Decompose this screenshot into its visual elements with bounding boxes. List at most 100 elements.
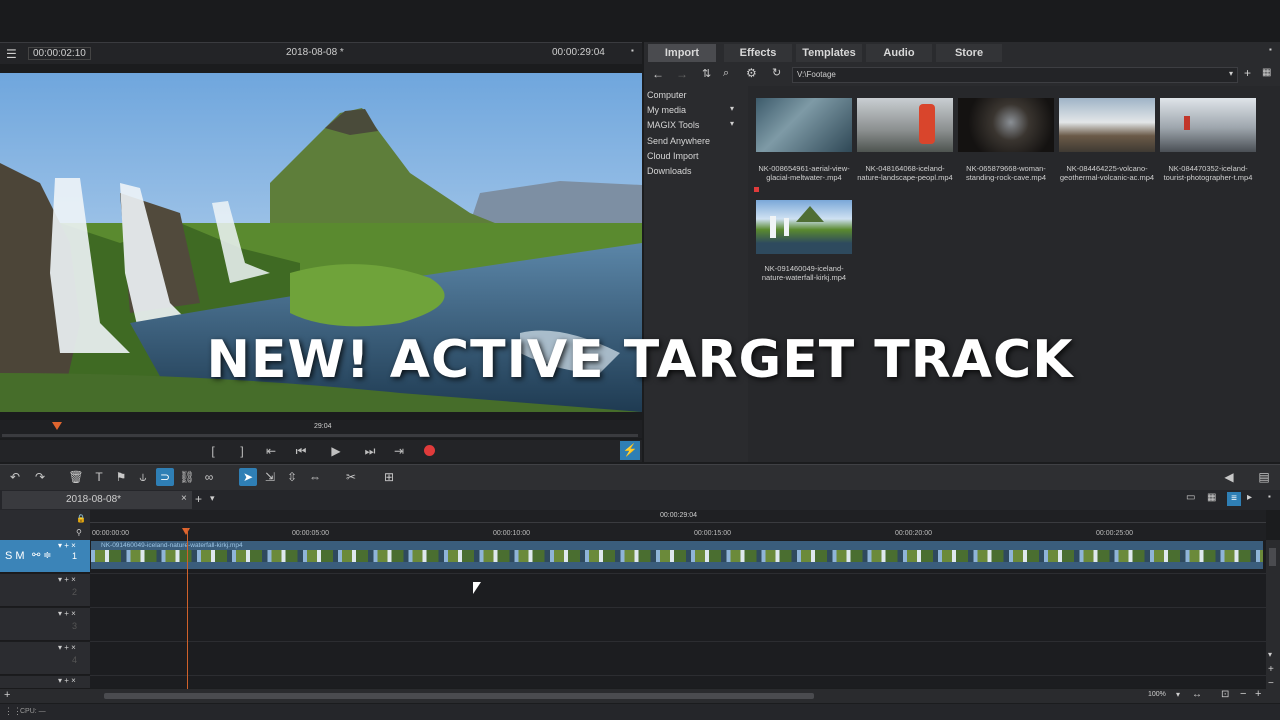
track-head-2[interactable]: ▾ + × 2: [0, 574, 90, 607]
mixer-icon[interactable]: ▤: [1255, 468, 1273, 486]
media-thumbnail[interactable]: [1059, 98, 1155, 152]
add-track-icon[interactable]: +: [1268, 664, 1274, 675]
tab-effects[interactable]: Effects: [724, 44, 792, 62]
scissors-icon[interactable]: ✂: [342, 468, 360, 486]
unlink-icon[interactable]: ∞: [200, 468, 218, 486]
track-controls-icon[interactable]: ▾ + ×: [58, 609, 76, 618]
media-thumbnail[interactable]: [756, 98, 852, 152]
current-timecode[interactable]: 00:00:02:10: [28, 47, 91, 60]
marker-pin-icon[interactable]: ⚲: [76, 528, 82, 537]
stretch-icon[interactable]: ⇔: [306, 468, 324, 486]
record-icon[interactable]: [424, 445, 435, 456]
refresh-icon[interactable]: ↻: [772, 66, 781, 79]
playhead-marker-icon[interactable]: [182, 528, 190, 535]
my-media-expand-icon[interactable]: ▾: [730, 104, 734, 113]
grid-view-icon[interactable]: ▦: [1262, 67, 1271, 78]
scrub-marker-icon[interactable]: [52, 422, 62, 430]
playhead[interactable]: [187, 528, 188, 690]
zoom-fit-icon[interactable]: ⊡: [1221, 689, 1229, 700]
media-undock-icon[interactable]: ▪: [1269, 45, 1272, 54]
nav-my-media[interactable]: My media: [647, 105, 686, 115]
gear-icon[interactable]: ⚙: [746, 66, 757, 80]
next-marker-icon[interactable]: ⏭: [361, 443, 379, 459]
nav-magix-tools[interactable]: MAGIX Tools: [647, 120, 699, 130]
scene-view-icon[interactable]: ▦: [1207, 492, 1216, 503]
project-tab[interactable]: 2018-08-08* ×: [2, 491, 192, 509]
zoom-level[interactable]: 100%: [1148, 691, 1166, 698]
track-controls-icon[interactable]: ▾ + ×: [58, 575, 76, 584]
undo-icon[interactable]: ↶: [6, 468, 24, 486]
previous-marker-icon[interactable]: ⏮: [292, 443, 310, 459]
redo-icon[interactable]: ↷: [31, 468, 49, 486]
track-options-icon[interactable]: ⚯ ≑: [32, 550, 52, 561]
timeline-undock-icon[interactable]: ▪: [1268, 492, 1271, 501]
preview-scrub-bar[interactable]: 29:04: [0, 420, 642, 438]
nav-computer[interactable]: Computer: [647, 90, 687, 100]
split-icon[interactable]: ⫝: [134, 468, 152, 486]
insert-icon[interactable]: ⊞: [380, 468, 398, 486]
nav-cloud-import[interactable]: Cloud Import: [647, 151, 699, 161]
tab-import[interactable]: Import: [648, 44, 716, 62]
select-track-icon[interactable]: ⇳: [283, 468, 301, 486]
ripple-icon[interactable]: ⊃: [156, 468, 174, 486]
media-thumbnail[interactable]: [857, 98, 953, 152]
path-dropdown[interactable]: V:\Footage ▾: [792, 67, 1238, 83]
media-thumbnail[interactable]: [756, 200, 852, 254]
go-to-end-icon[interactable]: ⇥: [390, 443, 408, 459]
video-clip[interactable]: NK-091460049-iceland-nature-waterfall-ki…: [91, 541, 1263, 569]
media-thumbnail[interactable]: [958, 98, 1054, 152]
folder-tree-icon[interactable]: ⇅: [702, 67, 711, 80]
link-icon[interactable]: ⛓: [178, 468, 196, 486]
lock-icon[interactable]: 🔒: [76, 514, 86, 523]
search-icon[interactable]: ⌕: [723, 67, 729, 80]
back-arrow-icon[interactable]: ←: [652, 67, 664, 81]
track-head-5[interactable]: ▾ + ×: [0, 676, 90, 689]
pointer-icon[interactable]: ➤: [239, 468, 257, 486]
tab-store[interactable]: Store: [936, 44, 1002, 62]
tab-audio[interactable]: Audio: [866, 44, 932, 62]
tab-menu-chevron-icon[interactable]: ▾: [210, 493, 215, 504]
volume-icon[interactable]: ◀: [1220, 468, 1238, 486]
zoom-chevron-icon[interactable]: ▾: [1176, 690, 1180, 699]
chevron-down-icon[interactable]: ▾: [1229, 69, 1233, 78]
zoom-out-icon[interactable]: −: [1240, 688, 1246, 700]
delete-icon[interactable]: 🗑: [67, 468, 85, 486]
multicam-icon[interactable]: ▸: [1247, 492, 1252, 503]
tab-templates[interactable]: Templates: [796, 44, 862, 62]
nav-send-anywhere[interactable]: Send Anywhere: [647, 136, 710, 146]
storyboard-view-icon[interactable]: ▭: [1186, 492, 1195, 503]
horizontal-scrollbar[interactable]: + 100% ▾ ↔ ⊡ − +: [0, 688, 1280, 703]
mark-out-icon[interactable]: ]: [233, 443, 251, 459]
close-icon[interactable]: ×: [181, 493, 187, 504]
menu-icon[interactable]: ☰: [6, 47, 17, 61]
track-head-3[interactable]: ▾ + × 3: [0, 608, 90, 641]
add-tab-icon[interactable]: +: [195, 492, 202, 506]
track-head-4[interactable]: ▾ + × 4: [0, 642, 90, 675]
track-controls-icon[interactable]: ▾ + ×: [58, 541, 76, 550]
marker-flag-icon[interactable]: ⚑: [112, 468, 130, 486]
timeline-view-icon[interactable]: ≡: [1227, 492, 1241, 506]
scrub-track[interactable]: [2, 434, 638, 437]
scroll-thumb[interactable]: [104, 693, 814, 699]
remove-track-icon[interactable]: −: [1268, 678, 1274, 689]
title-icon[interactable]: T: [90, 468, 108, 486]
magix-tools-expand-icon[interactable]: ▾: [730, 119, 734, 128]
lightning-icon[interactable]: ⚡: [620, 441, 640, 460]
solo-mute-buttons[interactable]: S M: [5, 550, 25, 562]
add-icon[interactable]: +: [1244, 66, 1251, 80]
vertical-scrollbar[interactable]: ▾ + −: [1266, 540, 1280, 690]
track-controls-icon[interactable]: ▾ + ×: [58, 676, 76, 685]
media-thumbnail[interactable]: [1160, 98, 1256, 152]
undock-icon[interactable]: ▪: [631, 46, 634, 55]
scroll-down-icon[interactable]: ▾: [1268, 650, 1272, 659]
fit-width-icon[interactable]: ↔: [1192, 689, 1202, 700]
play-icon[interactable]: ▶: [327, 443, 345, 459]
add-icon[interactable]: +: [4, 689, 10, 701]
nav-downloads[interactable]: Downloads: [647, 166, 692, 176]
go-to-start-icon[interactable]: ⇤: [262, 443, 280, 459]
forward-arrow-icon[interactable]: →: [676, 67, 688, 81]
timeline-ruler[interactable]: 00:00:29:04 00:00:00:00 00:00:05:00 00:0…: [90, 510, 1266, 540]
select-range-icon[interactable]: ⇲: [261, 468, 279, 486]
mark-in-icon[interactable]: [: [204, 443, 222, 459]
track-head-1[interactable]: S M ⚯ ≑ ▾ + × 1: [0, 540, 90, 573]
